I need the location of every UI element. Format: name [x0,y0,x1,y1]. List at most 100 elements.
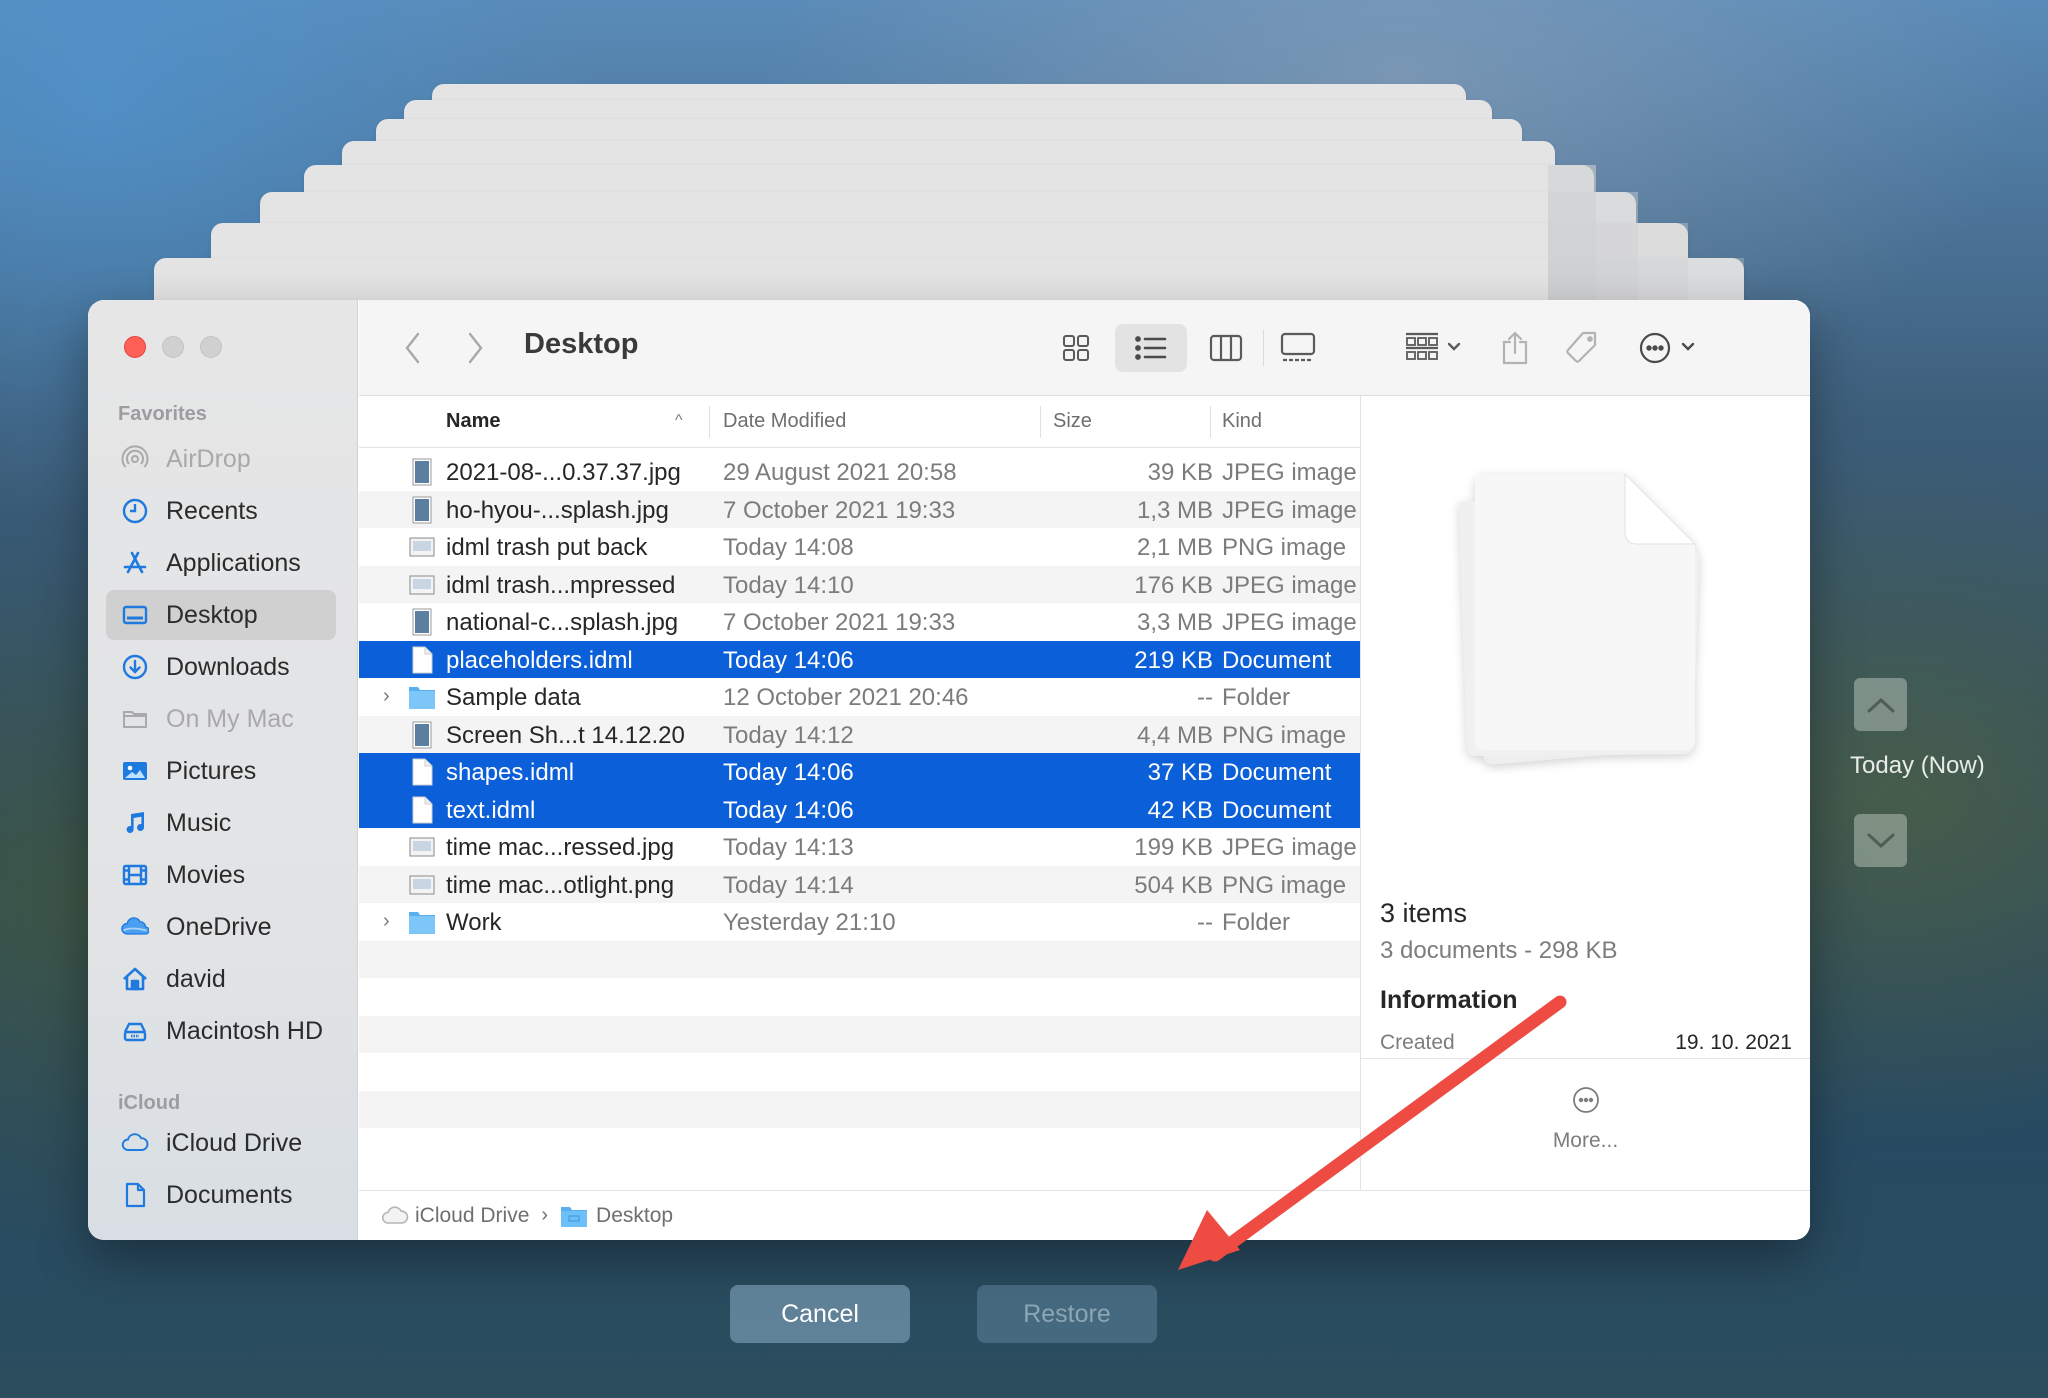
file-kind: JPEG image [1222,459,1357,486]
hard-drive-icon [120,1016,150,1046]
file-row[interactable]: time mac...otlight.png Today 14:14 504 KB P… [359,865,1360,903]
file-date-modified: Today 14:13 [723,834,854,861]
sidebar-item-music[interactable]: Music [106,798,336,848]
screenshot-file-icon [409,575,435,594]
file-kind: JPEG image [1222,834,1357,861]
file-size: 504 KB [1134,871,1213,899]
forward-button[interactable] [457,324,493,372]
cancel-button[interactable]: Cancel [730,1285,910,1343]
image-file-icon [412,458,432,486]
column-view-icon [1209,334,1243,362]
list-view-button[interactable] [1115,324,1187,372]
image-file-icon [412,496,432,523]
file-name: Work [446,909,502,936]
file-row[interactable]: › Sample data 12 October 2021 20:46 -- Folde… [359,678,1360,716]
tag-button[interactable] [1557,324,1607,372]
document-file-icon [412,646,433,673]
file-date-modified: Today 14:10 [723,571,854,599]
file-row[interactable]: › Work Yesterday 21:10 -- Folder [359,903,1360,941]
file-row[interactable]: Screen Sh...t 14.12.20 Today 14:12 4,4 MB P… [359,715,1360,753]
next-snapshot-button[interactable] [1854,814,1907,867]
disclosure-triangle-icon[interactable]: › [383,910,390,933]
file-kind: PNG image [1222,534,1347,561]
column-size[interactable]: Size [1053,410,1092,433]
sidebar-item-pictures[interactable]: Pictures [106,746,336,796]
selection-summary: 3 documents - 298 KB [1380,937,1618,964]
screenshot-file-icon [409,537,435,557]
main-content: Desktop Name ^ Date Modified Size Kind 2… [359,300,1810,1240]
icloud-icon [120,1128,150,1158]
path-segment-desktop[interactable]: Desktop [560,1204,673,1228]
toolbar: Desktop [359,300,1810,396]
gallery-view-icon [1280,332,1316,362]
column-date-modified[interactable]: Date Modified [723,410,846,433]
back-icon [405,332,420,364]
file-size: 176 KB [1134,571,1213,599]
icon-view-button[interactable] [1051,324,1101,372]
sidebar-item-applications[interactable]: Applications [106,538,336,588]
file-row[interactable]: shapes.idml Today 14:06 37 KB Document [359,753,1360,791]
current-snapshot-label: Today (Now) [1850,752,1985,779]
sidebar-item-label: david [166,964,226,993]
previous-snapshot-button[interactable] [1854,678,1907,731]
image-file-icon [412,721,432,748]
close-button[interactable] [124,336,146,358]
more-actions-icon [1639,332,1695,364]
multiple-documents-icon [1459,472,1699,765]
gallery-view-button[interactable] [1273,324,1323,372]
file-date-modified: Today 14:06 [723,646,854,674]
file-row[interactable]: idml trash put back Today 14:08 2,1 MB PNG … [359,528,1360,566]
file-kind: PNG image [1222,871,1347,899]
sidebar-item-macintosh-hd[interactable]: Macintosh HD [106,1006,336,1056]
file-date-modified: 7 October 2021 19:33 [723,609,956,636]
file-kind: Document [1222,646,1332,674]
path-segment-icloud-drive[interactable]: iCloud Drive [381,1204,529,1228]
sidebar-item-desktop[interactable]: Desktop [106,590,336,640]
minimize-button[interactable] [162,336,184,358]
sidebar-item-label: On My Mac [166,704,294,733]
sidebar-item-recents[interactable]: Recents [106,486,336,536]
column-divider[interactable] [1210,406,1211,438]
file-row[interactable]: 2021-08-...0.37.37.jpg 29 August 2021 20:… [359,453,1360,491]
applications-icon [120,548,150,578]
column-divider[interactable] [1040,406,1041,438]
sidebar-item-label: Music [166,808,232,837]
sidebar-item-documents[interactable]: Documents [106,1170,336,1220]
restore-button[interactable]: Restore [977,1285,1157,1343]
sidebar-item-movies[interactable]: Movies [106,850,336,900]
ellipsis-circle-icon [1572,1087,1599,1113]
zoom-button[interactable] [200,336,222,358]
sidebar-item-downloads[interactable]: Downloads [106,642,336,692]
file-row[interactable]: idml trash...mpressed Today 14:10 176 KB JP… [359,565,1360,603]
column-name[interactable]: Name [446,410,500,433]
sidebar-item-icloud-drive[interactable]: iCloud Drive [106,1118,336,1168]
file-date-modified: Yesterday 21:10 [723,909,896,936]
column-kind[interactable]: Kind [1222,410,1262,433]
sidebar-item-airdrop[interactable]: AirDrop [106,434,336,484]
file-row[interactable]: national-c...splash.jpg 7 October 2021 19… [359,603,1360,641]
sidebar-item-label: Pictures [166,756,257,785]
group-by-button[interactable] [1399,324,1471,372]
window-title: Desktop [524,328,639,360]
sidebar-item-onedrive[interactable]: OneDrive [106,902,336,952]
document-file-icon [412,796,433,823]
share-button[interactable] [1493,324,1537,372]
file-row[interactable]: placeholders.idml Today 14:06 219 KB Docume… [359,640,1360,678]
column-divider[interactable] [709,406,710,438]
file-list: Name ^ Date Modified Size Kind 2021-08-.… [359,396,1360,1190]
column-view-button[interactable] [1201,324,1251,372]
sidebar-item-on-my-mac[interactable]: On My Mac [106,694,336,744]
file-row[interactable]: ho-hyou-...splash.jpg 7 October 2021 19:3… [359,490,1360,528]
sort-ascending-icon[interactable]: ^ [675,412,683,430]
file-row[interactable]: text.idml Today 14:06 42 KB Document [359,790,1360,828]
more-actions-button[interactable] [1631,324,1711,372]
list-view-icon [1135,336,1167,360]
file-row[interactable]: time mac...ressed.jpg Today 14:13 199 KB JP… [359,828,1360,866]
more-button[interactable]: More... [1361,1086,1810,1153]
file-name: time mac...ressed.jpg [446,834,675,861]
disclosure-triangle-icon[interactable]: › [383,685,390,708]
path-bar: iCloud Drive › Desktop [359,1190,1810,1240]
back-button[interactable] [395,324,431,372]
sidebar-item-home[interactable]: david [106,954,336,1004]
sidebar-item-label: iCloud Drive [166,1128,303,1157]
